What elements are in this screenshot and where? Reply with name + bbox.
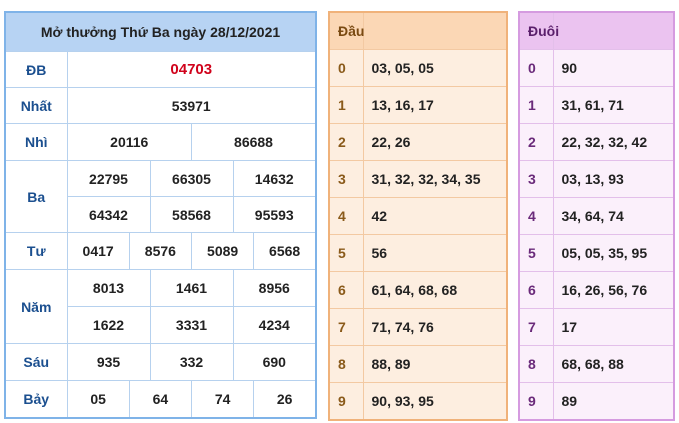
prize-value-nam: 1461 xyxy=(149,269,234,307)
prize-value-tu: 8576 xyxy=(128,232,193,270)
prize-label-sau: Sáu xyxy=(4,343,68,381)
dau-header-blank xyxy=(362,11,508,50)
results-table: Mở thưởng Thứ Ba ngày 28/12/2021 ĐB 0470… xyxy=(4,11,317,419)
prize-value-nhi: 86688 xyxy=(191,123,317,161)
prize-value-tu: 5089 xyxy=(190,232,255,270)
prize-value-nhi: 20116 xyxy=(66,123,192,161)
duoi-values: 16, 26, 56, 76 xyxy=(552,271,675,309)
duoi-values: 90 xyxy=(552,49,675,87)
duoi-key: 9 xyxy=(518,382,554,421)
dau-header: Đầu xyxy=(328,11,364,50)
dau-values: 13, 16, 17 xyxy=(362,86,508,124)
prize-value-sau: 690 xyxy=(232,343,317,381)
dau-values: 90, 93, 95 xyxy=(362,382,508,421)
dau-values: 56 xyxy=(362,234,508,272)
prize-value-nam: 1622 xyxy=(66,306,151,344)
dau-values: 22, 26 xyxy=(362,123,508,161)
dau-key: 8 xyxy=(328,345,364,383)
dau-key: 0 xyxy=(328,49,364,87)
dau-key: 6 xyxy=(328,271,364,309)
prize-value-tu: 6568 xyxy=(253,232,317,270)
prize-value-tu: 0417 xyxy=(66,232,130,270)
prize-label-nhi: Nhì xyxy=(4,123,68,161)
prize-value-bay: 26 xyxy=(253,380,317,418)
prize-value-ba: 58568 xyxy=(149,196,234,233)
duoi-values: 68, 68, 88 xyxy=(552,345,675,383)
prize-value-sau: 935 xyxy=(66,343,151,381)
prize-label-ba: Ba xyxy=(4,160,68,233)
dau-values: 61, 64, 68, 68 xyxy=(362,271,508,309)
prize-value-bay: 05 xyxy=(66,380,130,418)
prize-label-nam: Năm xyxy=(4,269,68,344)
duoi-key: 1 xyxy=(518,86,554,124)
duoi-key: 8 xyxy=(518,345,554,383)
duoi-key: 3 xyxy=(518,160,554,198)
duoi-header-blank xyxy=(552,11,675,50)
dau-values: 31, 32, 32, 34, 35 xyxy=(362,160,508,198)
dau-key: 1 xyxy=(328,86,364,124)
duoi-key: 0 xyxy=(518,49,554,87)
duoi-values: 05, 05, 35, 95 xyxy=(552,234,675,272)
dau-key: 5 xyxy=(328,234,364,272)
duoi-key: 2 xyxy=(518,123,554,161)
dau-key: 3 xyxy=(328,160,364,198)
prize-value-ba: 14632 xyxy=(232,160,317,197)
duoi-table: Đuôi 0 90 1 31, 61, 71 2 22, 32, 32, 42 3 03… xyxy=(518,11,675,421)
duoi-key: 5 xyxy=(518,234,554,272)
dau-key: 7 xyxy=(328,308,364,346)
prize-label-nhat: Nhất xyxy=(4,87,68,124)
prize-value-ba: 22795 xyxy=(66,160,151,197)
prize-value-ba: 66305 xyxy=(149,160,234,197)
duoi-values: 17 xyxy=(552,308,675,346)
dau-values: 42 xyxy=(362,197,508,235)
dau-key: 2 xyxy=(328,123,364,161)
duoi-header: Đuôi xyxy=(518,11,559,50)
results-title: Mở thưởng Thứ Ba ngày 28/12/2021 xyxy=(4,11,317,52)
dau-key: 9 xyxy=(328,382,364,421)
duoi-values: 31, 61, 71 xyxy=(552,86,675,124)
duoi-key: 6 xyxy=(518,271,554,309)
duoi-key: 7 xyxy=(518,308,554,346)
dau-key: 4 xyxy=(328,197,364,235)
prize-value-sau: 332 xyxy=(149,343,234,381)
prize-value-bay: 64 xyxy=(128,380,193,418)
prize-value-nam: 4234 xyxy=(232,306,317,344)
dau-values: 88, 89 xyxy=(362,345,508,383)
duoi-values: 34, 64, 74 xyxy=(552,197,675,235)
prize-label-tu: Tư xyxy=(4,232,68,270)
prize-value-ba: 64342 xyxy=(66,196,151,233)
dau-values: 71, 74, 76 xyxy=(362,308,508,346)
duoi-values: 89 xyxy=(552,382,675,421)
prize-value-nam: 8956 xyxy=(232,269,317,307)
duoi-values: 22, 32, 32, 42 xyxy=(552,123,675,161)
prize-value-nam: 3331 xyxy=(149,306,234,344)
prize-value-db: 04703 xyxy=(66,51,317,88)
prize-label-bay: Bảy xyxy=(4,380,68,418)
dau-table: Đầu 0 03, 05, 05 1 13, 16, 17 2 22, 26 3 31,… xyxy=(328,11,508,421)
duoi-values: 03, 13, 93 xyxy=(552,160,675,198)
prize-value-bay: 74 xyxy=(190,380,255,418)
dau-values: 03, 05, 05 xyxy=(362,49,508,87)
prize-value-nam: 8013 xyxy=(66,269,151,307)
duoi-key: 4 xyxy=(518,197,554,235)
prize-value-ba: 95593 xyxy=(232,196,317,233)
prize-label-db: ĐB xyxy=(4,51,68,88)
prize-value-nhat: 53971 xyxy=(66,87,317,124)
